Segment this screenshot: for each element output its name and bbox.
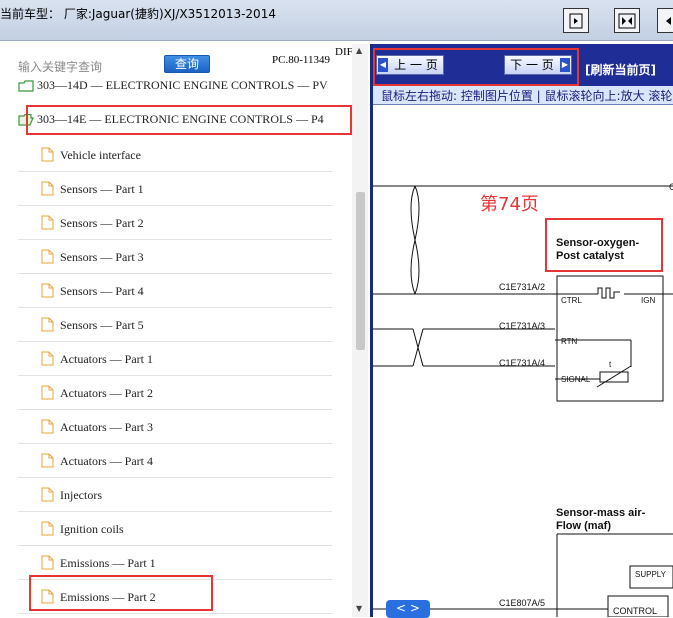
tree-item[interactable]: Injectors xyxy=(18,478,332,512)
tree-item-label: Emissions — Part 1 xyxy=(60,556,156,570)
document-icon xyxy=(41,351,54,366)
document-icon xyxy=(41,147,54,162)
t-label: t xyxy=(609,360,612,369)
scroll-thumb[interactable] xyxy=(356,192,365,350)
pin-label: C1E731A/4 xyxy=(499,358,545,368)
tree-item[interactable]: Actuators — Part 1 xyxy=(18,342,332,376)
hint-text: 鼠标左右拖动: 控制图片位置 | 鼠标滚轮向上:放大 滚轮 xyxy=(381,89,673,103)
tree-item[interactable]: Sensors — Part 1 xyxy=(18,172,332,206)
tree-item[interactable]: Actuators — Part 3 xyxy=(18,410,332,444)
edge-label: C xyxy=(669,182,673,192)
tree-item-label: Emissions — Part 2 xyxy=(60,590,156,604)
arrow-left-icon xyxy=(666,16,671,25)
pin-label: C1E731A/3 xyxy=(499,321,545,331)
supply-label: SUPPLY xyxy=(635,570,667,579)
dir-label: DIF xyxy=(335,46,353,58)
sensor-title: Sensor-oxygen- xyxy=(556,237,639,249)
tree-item[interactable]: Actuators — Part 4 xyxy=(18,444,332,478)
sensor-title: Sensor-mass air- xyxy=(556,507,646,519)
tree-item[interactable]: Emissions — Part 2 xyxy=(18,580,332,614)
document-icon xyxy=(41,453,54,468)
tree-item-label: Sensors — Part 2 xyxy=(60,216,144,230)
viewer-nav-bar: ◀ 上 一 页 下 一 页 ▶ [刷新当前页] xyxy=(373,44,673,86)
tree-item-label: Sensors — Part 4 xyxy=(60,284,144,298)
next-page-button[interactable]: 下 一 页 ▶ xyxy=(504,55,572,75)
left-panel: 输入关键字查询 查询 PC.80-11349 DIF 303—14D — ELE… xyxy=(0,44,370,617)
tree-item[interactable]: Sensors — Part 3 xyxy=(18,240,332,274)
fit-width-button[interactable] xyxy=(614,8,640,33)
tree-folder[interactable]: 303—14E — ELECTRONIC ENGINE CONTROLS — P… xyxy=(18,112,324,132)
single-page-view-button[interactable] xyxy=(563,8,589,33)
search-button[interactable]: 查询 xyxy=(164,55,210,73)
tree-item-label: Actuators — Part 2 xyxy=(60,386,153,400)
pc-code-label: PC.80-11349 xyxy=(272,54,330,66)
search-input[interactable]: 输入关键字查询 xyxy=(18,58,102,75)
tree-item[interactable]: Ignition coils xyxy=(18,512,332,546)
control-label: CONTROL xyxy=(613,606,657,616)
rtn-label: RTN xyxy=(561,337,578,346)
refresh-page-link[interactable]: [刷新当前页] xyxy=(585,61,656,78)
folder-closed-icon xyxy=(18,80,34,92)
fit-width-icon xyxy=(618,13,636,28)
arrow-left-icon: ◀ xyxy=(378,58,388,72)
tree-item[interactable]: Actuators — Part 2 xyxy=(18,376,332,410)
tree-item[interactable]: Vehicle interface xyxy=(18,138,332,172)
ctrl-label: CTRL xyxy=(561,296,582,305)
scroll-down-icon[interactable]: ▼ xyxy=(356,604,362,613)
tree-folder-label: 303—14E — ELECTRONIC ENGINE CONTROLS — P… xyxy=(37,112,324,126)
tree-item-label: Sensors — Part 1 xyxy=(60,182,144,196)
tree-folder-label: 303—14D — ELECTRONIC ENGINE CONTROLS — P… xyxy=(37,78,328,92)
tree-item-label: Ignition coils xyxy=(60,522,124,536)
sensor-title: Flow (maf) xyxy=(556,520,611,532)
tree-item[interactable]: Emissions — Part 1 xyxy=(18,546,332,580)
hint-bar: 鼠标左右拖动: 控制图片位置 | 鼠标滚轮向上:放大 滚轮 xyxy=(373,86,673,105)
document-icon xyxy=(41,283,54,298)
tree-item-label: Actuators — Part 3 xyxy=(60,420,153,434)
tree-item-label: Actuators — Part 4 xyxy=(60,454,153,468)
ign-label: IGN xyxy=(641,296,655,305)
folder-open-icon xyxy=(18,114,34,126)
tree-item-label: Injectors xyxy=(60,488,102,502)
document-icon xyxy=(41,215,54,230)
document-icon xyxy=(41,487,54,502)
tree-item[interactable]: Sensors — Part 2 xyxy=(18,206,332,240)
document-icon xyxy=(41,181,54,196)
pin-label: C1E731A/2 xyxy=(499,282,545,292)
tree-item-label: Vehicle interface xyxy=(60,148,141,162)
sensor-title: Post catalyst xyxy=(556,250,624,262)
prev-view-button[interactable] xyxy=(657,8,673,33)
next-page-label: 下 一 页 xyxy=(510,58,554,72)
tree-item[interactable]: Sensors — Part 5 xyxy=(18,308,332,342)
tree-folder[interactable]: 303—14D — ELECTRONIC ENGINE CONTROLS — P… xyxy=(18,78,328,98)
page-number-label: 第74页 xyxy=(480,194,539,215)
document-icon xyxy=(41,317,54,332)
tree-item-label: Sensors — Part 5 xyxy=(60,318,144,332)
pin-label: C1E807A/5 xyxy=(499,598,545,608)
scroll-up-icon[interactable]: ▲ xyxy=(356,46,362,55)
wiring-diagram[interactable]: C1E731A/2 C1E731A/3 C1E731A/4 CTRL IGN R… xyxy=(373,104,673,617)
current-vehicle-label: 当前车型： 厂家:Jaguar(捷豹)XJ/X3512013-2014 xyxy=(0,7,276,21)
tree-scrollbar[interactable]: ▲ ▼ xyxy=(352,44,368,617)
tree-item-label: Actuators — Part 1 xyxy=(60,352,153,366)
document-tree: 303—14D — ELECTRONIC ENGINE CONTROLS — P… xyxy=(0,74,352,617)
document-icon xyxy=(41,249,54,264)
document-icon xyxy=(41,555,54,570)
document-icon xyxy=(41,419,54,434)
document-icon xyxy=(41,589,54,604)
signal-label: SIGNAL xyxy=(561,375,591,384)
document-icon xyxy=(41,385,54,400)
top-bar: 当前车型： 厂家:Jaguar(捷豹)XJ/X3512013-2014 xyxy=(0,0,673,41)
document-viewer: ◀ 上 一 页 下 一 页 ▶ [刷新当前页] 鼠标左右拖动: 控制图片位置 |… xyxy=(370,44,673,618)
single-page-icon xyxy=(569,13,583,28)
prev-page-label: 上 一 页 xyxy=(394,58,438,72)
arrow-right-icon: ▶ xyxy=(560,58,570,72)
document-icon xyxy=(41,521,54,536)
tree-item[interactable]: Sensors — Part 4 xyxy=(18,274,332,308)
prev-page-button[interactable]: ◀ 上 一 页 xyxy=(376,55,444,75)
expand-toggle-button[interactable]: < > xyxy=(386,600,430,618)
tree-item-label: Sensors — Part 3 xyxy=(60,250,144,264)
